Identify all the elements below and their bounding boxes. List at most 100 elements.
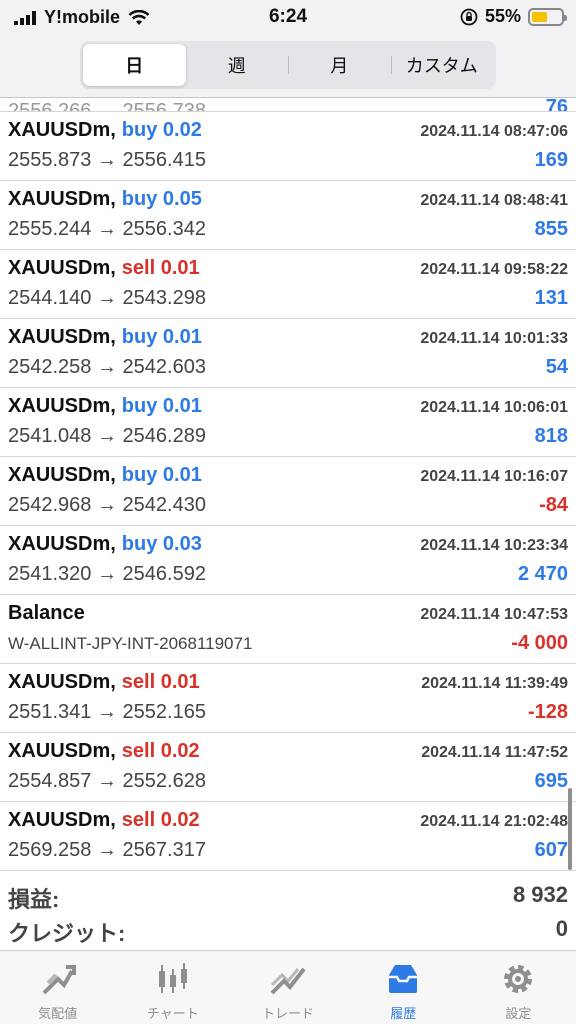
deal-profit: -128 [527, 701, 568, 723]
status-right: 55% [460, 6, 567, 27]
deal-symbol: Balance [8, 602, 85, 624]
deal-type: sell 0.01 [121, 671, 200, 693]
tab-label: 履歴 [390, 1006, 417, 1021]
deal-prices: 2541.320 → 2546.592 [8, 563, 206, 585]
tab-trade[interactable]: トレード [230, 951, 345, 1024]
deal-profit: -4 000 [511, 632, 568, 654]
deal-symbol: XAUUSDm, [8, 533, 116, 555]
deal-title: XAUUSDm, buy 0.01 [8, 326, 202, 349]
summary: 損益: 8 932 クレジット: 0 [0, 873, 576, 950]
deal-prices: 2544.140 → 2543.298 [8, 287, 206, 309]
deal-date: 2024.11.14 21:02:48 [420, 813, 568, 830]
period-selector: 日週月カスタム [80, 41, 496, 89]
deal-type: buy 0.01 [121, 464, 202, 486]
list-item[interactable]: XAUUSDm, sell 0.02 2024.11.14 21:02:48 2569… [0, 802, 576, 871]
tab-label: トレード [262, 1006, 315, 1021]
deal-date: 2024.11.14 10:16:07 [420, 468, 568, 485]
deal-prices: 2554.857 → 2552.628 [8, 770, 206, 792]
deal-date: 2024.11.14 10:23:34 [420, 537, 568, 554]
list-item[interactable]: XAUUSDm, buy 0.01 2024.11.14 10:16:07 2542.… [0, 457, 576, 526]
deal-date: 2024.11.14 11:47:52 [421, 744, 568, 761]
battery-level [532, 11, 548, 22]
deal-symbol: XAUUSDm, [8, 395, 116, 417]
tab-period-1[interactable]: 週 [186, 44, 289, 86]
deal-profit: 695 [534, 770, 568, 792]
deal-title: XAUUSDm, sell 0.01 [8, 671, 200, 694]
deal-type: buy 0.05 [121, 188, 202, 210]
tab-history[interactable]: 履歴 [346, 951, 461, 1024]
tab-label: チャート [146, 1006, 199, 1021]
list-item[interactable]: XAUUSDm, buy 0.01 2024.11.14 10:01:33 2542.… [0, 319, 576, 388]
deal-type: sell 0.01 [121, 257, 200, 279]
deal-title: XAUUSDm, sell 0.02 [8, 809, 200, 832]
trade-icon [270, 967, 306, 995]
scrollbar[interactable] [568, 788, 572, 870]
deal-profit: -84 [539, 494, 568, 516]
deal-symbol: XAUUSDm, [8, 464, 116, 486]
credit-label: クレジット: [8, 921, 126, 946]
battery-icon [528, 7, 567, 26]
list-item[interactable]: XAUUSDm, sell 0.01 2024.11.14 11:39:49 2551… [0, 664, 576, 733]
deal-profit: 76 [545, 98, 568, 112]
deal-prices: 2542.968 → 2542.430 [8, 494, 206, 516]
deal-prices: 2551.341 → 2552.165 [8, 701, 206, 723]
tab-bar: 気配値 チャート トレード 履歴 設定 [0, 950, 576, 1024]
tab-label: 設定 [505, 1006, 532, 1021]
history-list[interactable]: 2556.266 → 2556.738 76 XAUUSDm, buy 0.02 2… [0, 98, 576, 873]
deal-profit: 855 [534, 218, 568, 240]
deal-date: 2024.11.14 10:01:33 [420, 330, 568, 347]
deal-profit: 2 470 [517, 563, 568, 585]
profit-value: 8 932 [512, 882, 568, 907]
tab-label: 気配値 [38, 1006, 78, 1021]
deal-date: 2024.11.14 09:58:22 [420, 261, 568, 278]
deal-symbol: XAUUSDm, [8, 740, 116, 762]
deal-type: sell 0.02 [121, 740, 200, 762]
deal-title: XAUUSDm, sell 0.01 [8, 257, 200, 280]
list-item[interactable]: XAUUSDm, buy 0.05 2024.11.14 08:48:41 2555.… [0, 181, 576, 250]
deal-symbol: XAUUSDm, [8, 257, 116, 279]
deal-prices: 2556.266 → 2556.738 [8, 100, 206, 112]
deal-date: 2024.11.14 10:47:53 [420, 606, 568, 623]
tab-period-0[interactable]: 日 [83, 44, 186, 86]
rotation-lock-icon [460, 8, 478, 25]
list-item[interactable]: Balance 2024.11.14 10:47:53 W-ALLINT-JPY-I… [0, 595, 576, 664]
deal-prices: 2542.258 → 2542.603 [8, 356, 206, 378]
deal-title: Balance [8, 602, 85, 625]
deal-profit: 54 [545, 356, 568, 378]
tab-quotes[interactable]: 気配値 [0, 951, 115, 1024]
deal-symbol: XAUUSDm, [8, 326, 116, 348]
deal-symbol: XAUUSDm, [8, 188, 116, 210]
list-item[interactable]: XAUUSDm, buy 0.01 2024.11.14 10:06:01 2541.… [0, 388, 576, 457]
deal-title: XAUUSDm, buy 0.01 [8, 464, 202, 487]
deal-prices: 2555.873 → 2556.415 [8, 149, 206, 171]
status-bar: Y!mobile 6:24 55% [0, 0, 576, 36]
deal-symbol: XAUUSDm, [8, 119, 116, 141]
tab-gear[interactable]: 設定 [461, 951, 576, 1024]
deal-prices: 2555.244 → 2556.342 [8, 218, 206, 240]
list-item[interactable]: XAUUSDm, sell 0.02 2024.11.14 11:47:52 2554… [0, 733, 576, 802]
credit-value: 0 [555, 916, 568, 941]
tab-period-2[interactable]: 月 [288, 44, 391, 86]
list-item[interactable]: XAUUSDm, sell 0.01 2024.11.14 09:58:22 2544… [0, 250, 576, 319]
tab-chart[interactable]: チャート [115, 951, 230, 1024]
deal-type: buy 0.01 [121, 395, 202, 417]
list-item-partial[interactable]: 2556.266 → 2556.738 76 [0, 98, 576, 112]
deal-type: buy 0.01 [121, 326, 202, 348]
list-item[interactable]: XAUUSDm, buy 0.02 2024.11.14 08:47:06 2555.… [0, 112, 576, 181]
chart-icon [158, 963, 187, 993]
deal-date: 2024.11.14 08:47:06 [420, 123, 568, 140]
battery-percent: 55% [484, 6, 521, 26]
deal-type: buy 0.03 [121, 533, 202, 555]
deal-date: 2024.11.14 10:06:01 [420, 399, 568, 416]
history-header: 日週月カスタム [0, 36, 576, 98]
deal-prices: 2541.048 → 2546.289 [8, 425, 206, 447]
tab-period-3[interactable]: カスタム [390, 44, 494, 86]
deal-symbol: XAUUSDm, [8, 809, 116, 831]
history-icon [389, 965, 418, 993]
deal-date: 2024.11.14 11:39:49 [421, 675, 568, 692]
deal-title: XAUUSDm, buy 0.05 [8, 188, 202, 211]
deal-date: 2024.11.14 08:48:41 [420, 192, 568, 209]
gear-icon [504, 965, 533, 993]
list-item[interactable]: XAUUSDm, buy 0.03 2024.11.14 10:23:34 2541.… [0, 526, 576, 595]
quotes-icon [42, 965, 76, 995]
